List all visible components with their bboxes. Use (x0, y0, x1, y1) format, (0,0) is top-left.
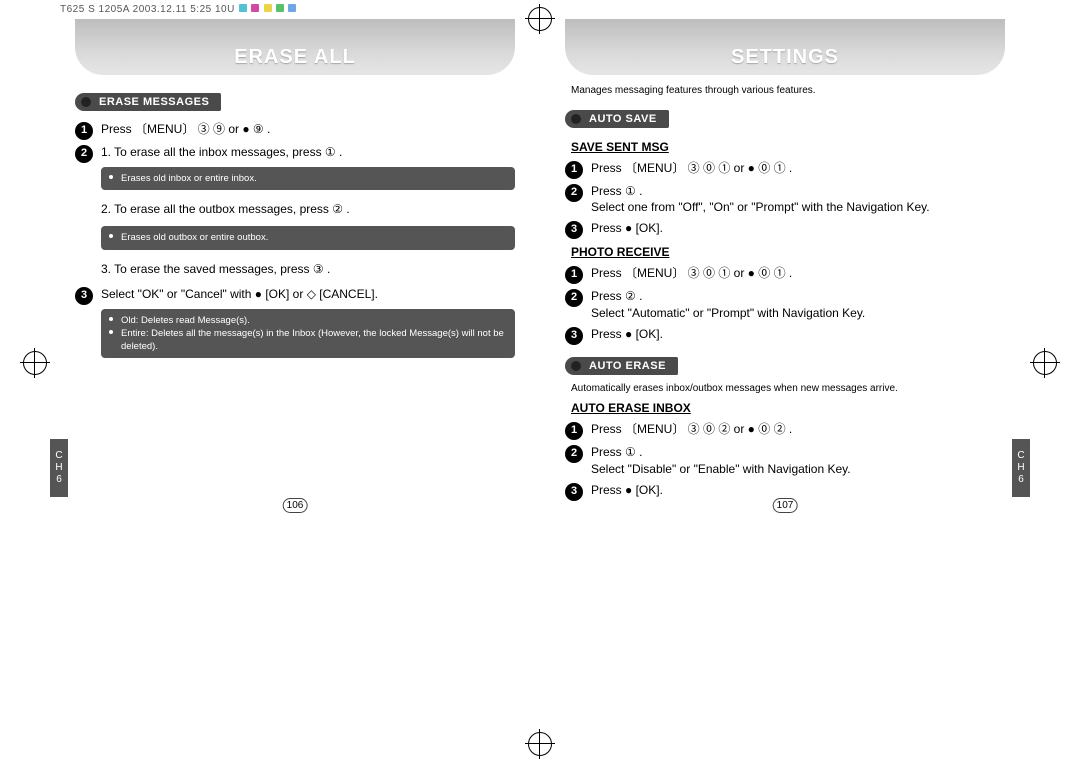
page-spread: ERASE ALL ERASE MESSAGES 1 Press 〔MENU〕 … (0, 19, 1080, 525)
left-page-number: 106 (283, 498, 308, 513)
badge-3-icon: 3 (565, 221, 583, 239)
erase-messages-steps: 1 Press 〔MENU〕 ③ ⑨ or ● ⑨ . 2 1. To eras… (75, 121, 515, 358)
left-page-title: ERASE ALL (75, 19, 515, 75)
auto-erase-note: Automatically erases inbox/outbox messag… (571, 383, 1005, 396)
build-text: T625 S 1205A 2003.12.11 5:25 10U (60, 4, 235, 15)
right-page-title: SETTINGS (565, 19, 1005, 75)
right-chapter-tab: CH6 (1012, 439, 1030, 497)
step-2-text: 1. To erase all the inbox messages, pres… (101, 144, 515, 161)
photo-receive-steps: 1 Press 〔MENU〕 ③ ⓪ ① or ● ⓪ ① . 2 Press … (565, 265, 1005, 345)
photo-receive-s3: Press ● [OK]. (591, 326, 1005, 343)
erase-messages-tab: ERASE MESSAGES (75, 93, 221, 111)
settings-intro: Manages messaging features through vario… (571, 85, 1005, 98)
save-sent-step-2: 2 Press ① . Select one from "Off", "On" … (565, 183, 1005, 217)
save-sent-s2: Press ① . Select one from "Off", "On" or… (591, 183, 1005, 217)
photo-receive-heading: PHOTO RECEIVE (571, 245, 1005, 259)
save-sent-steps: 1 Press 〔MENU〕 ③ ⓪ ① or ● ⓪ ① . 2 Press … (565, 160, 1005, 240)
left-page: ERASE ALL ERASE MESSAGES 1 Press 〔MENU〕 … (50, 19, 540, 525)
auto-erase-tab: AUTO ERASE (565, 357, 678, 375)
auto-erase-inbox-heading: AUTO ERASE INBOX (571, 401, 1005, 415)
save-sent-s1: Press 〔MENU〕 ③ ⓪ ① or ● ⓪ ① . (591, 160, 1005, 177)
step-2-2: 2. To erase all the outbox messages, pre… (101, 200, 515, 218)
step-2-3: 3. To erase the saved messages, press ③ … (101, 260, 515, 278)
note-old-text: Old: Deletes read Message(s). (121, 314, 507, 327)
save-sent-step-1: 1 Press 〔MENU〕 ③ ⓪ ① or ● ⓪ ① . (565, 160, 1005, 179)
inbox-s1: Press 〔MENU〕 ③ ⓪ ② or ● ⓪ ② . (591, 421, 1005, 438)
save-sent-step-3: 3 Press ● [OK]. (565, 220, 1005, 239)
note-outbox: Erases old outbox or entire outbox. (101, 226, 515, 249)
color-swatches (238, 4, 296, 15)
left-chapter-tab: CH6 (50, 439, 68, 497)
badge-3: 3 (75, 287, 93, 305)
save-sent-heading: SAVE SENT MSG (571, 140, 1005, 154)
right-page: SETTINGS Manages messaging features thro… (540, 19, 1030, 525)
step-1: 1 Press 〔MENU〕 ③ ⑨ or ● ⑨ . (75, 121, 515, 140)
photo-receive-step-1: 1 Press 〔MENU〕 ③ ⓪ ① or ● ⓪ ① . (565, 265, 1005, 284)
badge-2: 2 (75, 145, 93, 163)
note-old-entire: Old: Deletes read Message(s). Entire: De… (101, 309, 515, 359)
photo-receive-step-3: 3 Press ● [OK]. (565, 326, 1005, 345)
badge-1-icon: 1 (565, 161, 583, 179)
auto-erase-inbox-steps: 1 Press 〔MENU〕 ③ ⓪ ② or ● ⓪ ② . 2 Press … (565, 421, 1005, 501)
registration-mark-bottom (527, 731, 553, 757)
inbox-s3: Press ● [OK]. (591, 482, 1005, 499)
badge-1: 1 (75, 122, 93, 140)
right-page-number: 107 (773, 498, 798, 513)
note-entire-text: Entire: Deletes all the message(s) in th… (121, 327, 507, 354)
photo-receive-s1: Press 〔MENU〕 ③ ⓪ ① or ● ⓪ ① . (591, 265, 1005, 282)
inbox-s2: Press ① . Select "Disable" or "Enable" w… (591, 444, 1005, 478)
inbox-step-2: 2 Press ① . Select "Disable" or "Enable"… (565, 444, 1005, 478)
auto-save-tab: AUTO SAVE (565, 110, 669, 128)
note-outbox-text: Erases old outbox or entire outbox. (121, 232, 268, 243)
photo-receive-s2: Press ② . Select "Automatic" or "Prompt"… (591, 288, 1005, 322)
badge-2-icon: 2 (565, 184, 583, 202)
note-inbox-text: Erases old inbox or entire inbox. (121, 173, 257, 184)
save-sent-s3: Press ● [OK]. (591, 220, 1005, 237)
photo-receive-step-2: 2 Press ② . Select "Automatic" or "Promp… (565, 288, 1005, 322)
inbox-step-1: 1 Press 〔MENU〕 ③ ⓪ ② or ● ⓪ ② . (565, 421, 1005, 440)
step-2: 2 1. To erase all the inbox messages, pr… (75, 144, 515, 163)
step-1-text: Press 〔MENU〕 ③ ⑨ or ● ⑨ . (101, 121, 515, 138)
note-inbox: Erases old inbox or entire inbox. (101, 167, 515, 190)
step-3: 3 Select "OK" or "Cancel" with ● [OK] or… (75, 286, 515, 305)
step-3-text: Select "OK" or "Cancel" with ● [OK] or ◇… (101, 286, 515, 303)
